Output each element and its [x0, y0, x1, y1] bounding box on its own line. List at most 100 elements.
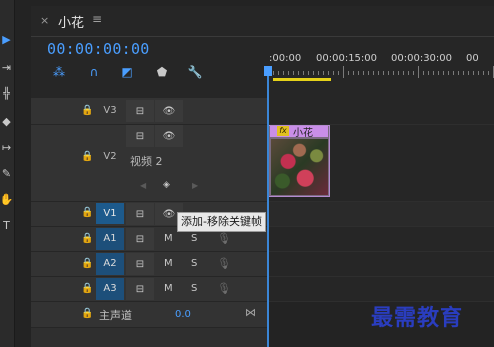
solo-button[interactable]: S	[191, 233, 197, 244]
work-area-bar[interactable]	[273, 78, 331, 81]
mute-button[interactable]: M	[164, 283, 173, 294]
lock-icon[interactable]: 🔒	[81, 283, 93, 294]
type-tool-icon[interactable]: T	[0, 216, 13, 234]
solo-button[interactable]: S	[191, 258, 197, 269]
playhead-timecode[interactable]: 00:00:00:00	[47, 40, 150, 58]
ruler-tick	[473, 71, 474, 75]
track-name-a2[interactable]: A2	[96, 253, 124, 275]
ruler-tick	[323, 71, 324, 75]
sync-lock-icon[interactable]: ⊟	[126, 278, 154, 300]
lock-icon[interactable]: 🔒	[81, 233, 93, 244]
playhead-line[interactable]	[267, 66, 269, 347]
fx-badge[interactable]: fx	[277, 126, 289, 136]
prev-keyframe-icon[interactable]: ◀	[140, 181, 146, 190]
ruler-tick	[413, 71, 414, 75]
tab-menu-icon[interactable]: ≡	[92, 12, 102, 26]
pen-tool-icon[interactable]: ✎	[0, 164, 13, 182]
ruler-tick	[398, 71, 399, 75]
watermark: 最需教育	[371, 305, 464, 331]
master-volume-value[interactable]: 0.0	[175, 309, 191, 320]
hand-tool-icon[interactable]: ✋	[0, 190, 13, 208]
track-select-icon[interactable]: ⇥	[0, 58, 13, 76]
ruler-tick	[333, 71, 334, 75]
track-label-v2: 视频 2	[130, 155, 163, 168]
lane-v3[interactable]	[268, 98, 494, 125]
lock-icon[interactable]: 🔒	[81, 105, 93, 116]
add-remove-keyframe-icon[interactable]: ◈	[163, 180, 170, 190]
ruler-tick	[448, 71, 449, 75]
ruler-label: :00:00	[269, 53, 302, 64]
eye-icon[interactable]: 👁	[155, 125, 183, 147]
wrench-settings-icon[interactable]: 🔧	[186, 64, 204, 80]
track-name-v3[interactable]: V3	[96, 105, 124, 116]
ruler-tick	[393, 71, 394, 75]
track-name-v1[interactable]: V1	[96, 203, 124, 224]
go-to-in-out-icon[interactable]: ⋈	[245, 306, 256, 319]
lane-a1[interactable]	[268, 227, 494, 252]
track-name-v2[interactable]: V2	[96, 151, 124, 162]
sequence-tab-title[interactable]: 小花	[58, 12, 84, 31]
snap-magnet-icon[interactable]: ∩	[85, 64, 103, 80]
track-name-a3[interactable]: A3	[96, 278, 124, 300]
lane-v1[interactable]	[268, 202, 494, 227]
sync-lock-icon[interactable]: ⊟	[126, 125, 154, 147]
clip-name: 小花	[293, 128, 313, 139]
ruler-tick	[298, 71, 299, 75]
ruler-tick	[338, 71, 339, 75]
ripple-edit-icon[interactable]: ╬	[0, 84, 13, 102]
ruler-tick	[343, 66, 344, 78]
ruler-tick	[423, 71, 424, 75]
lane-a3[interactable]	[268, 277, 494, 302]
linked-selection-icon[interactable]: ◩	[118, 64, 136, 80]
ruler-label: 00	[466, 53, 479, 64]
track-header-v2: ⊟ 👁 🔒 V2 视频 2 ◀ ◈ ▶	[31, 125, 267, 202]
sync-lock-icon[interactable]: ⊟	[126, 203, 154, 225]
ruler-tick	[483, 71, 484, 75]
lock-icon[interactable]: 🔒	[81, 308, 93, 319]
track-name-a1[interactable]: A1	[96, 228, 124, 250]
ruler-tick	[283, 71, 284, 75]
clip-thumbnail	[271, 139, 328, 195]
ruler-tick	[383, 71, 384, 75]
add-marker-icon[interactable]: ⬟	[153, 64, 171, 80]
lock-icon[interactable]: 🔒	[81, 151, 93, 162]
ruler-tick	[468, 71, 469, 75]
sync-lock-icon[interactable]: ⊟	[126, 253, 154, 275]
playhead-handle[interactable]	[264, 66, 272, 76]
lock-icon[interactable]: 🔒	[81, 207, 93, 218]
next-keyframe-icon[interactable]: ▶	[192, 181, 198, 190]
selection-tool-icon[interactable]: ▶	[0, 30, 13, 48]
microphone-icon[interactable]: 🎙	[217, 232, 231, 245]
ruler-tick	[363, 71, 364, 75]
mute-button[interactable]: M	[164, 233, 173, 244]
ruler-tick	[288, 71, 289, 75]
ruler-tick	[418, 66, 419, 78]
microphone-icon[interactable]: 🎙	[217, 257, 231, 270]
ruler-label: 00:00:30:00	[391, 53, 453, 64]
microphone-icon[interactable]: 🎙	[217, 282, 231, 295]
razor-icon[interactable]: ◆	[0, 112, 13, 130]
ruler-tick	[458, 71, 459, 75]
sync-lock-icon[interactable]: ⊟	[126, 100, 154, 122]
eye-icon[interactable]: 👁	[155, 100, 183, 122]
ruler-tick	[293, 71, 294, 75]
ruler-tick	[318, 71, 319, 75]
track-header-a2: 🔒 A2 ⊟ M S 🎙	[31, 252, 267, 277]
tab-close-icon[interactable]: ×	[40, 14, 49, 27]
ruler-tick	[478, 71, 479, 75]
ruler-tick	[308, 71, 309, 75]
lock-icon[interactable]: 🔒	[81, 258, 93, 269]
nest-sequence-icon[interactable]: ⁂	[50, 64, 68, 80]
ruler-ticks	[268, 66, 494, 78]
ruler-tick	[488, 71, 489, 75]
lane-a2[interactable]	[268, 252, 494, 277]
sync-lock-icon[interactable]: ⊟	[126, 228, 154, 250]
solo-button[interactable]: S	[191, 283, 197, 294]
slip-tool-icon[interactable]: ↦	[0, 138, 13, 156]
ruler-label: 00:00:15:00	[316, 53, 378, 64]
ruler-tick	[368, 71, 369, 75]
ruler-tick	[453, 71, 454, 75]
ruler-tick	[438, 71, 439, 75]
mute-button[interactable]: M	[164, 258, 173, 269]
ruler-tick	[408, 71, 409, 75]
